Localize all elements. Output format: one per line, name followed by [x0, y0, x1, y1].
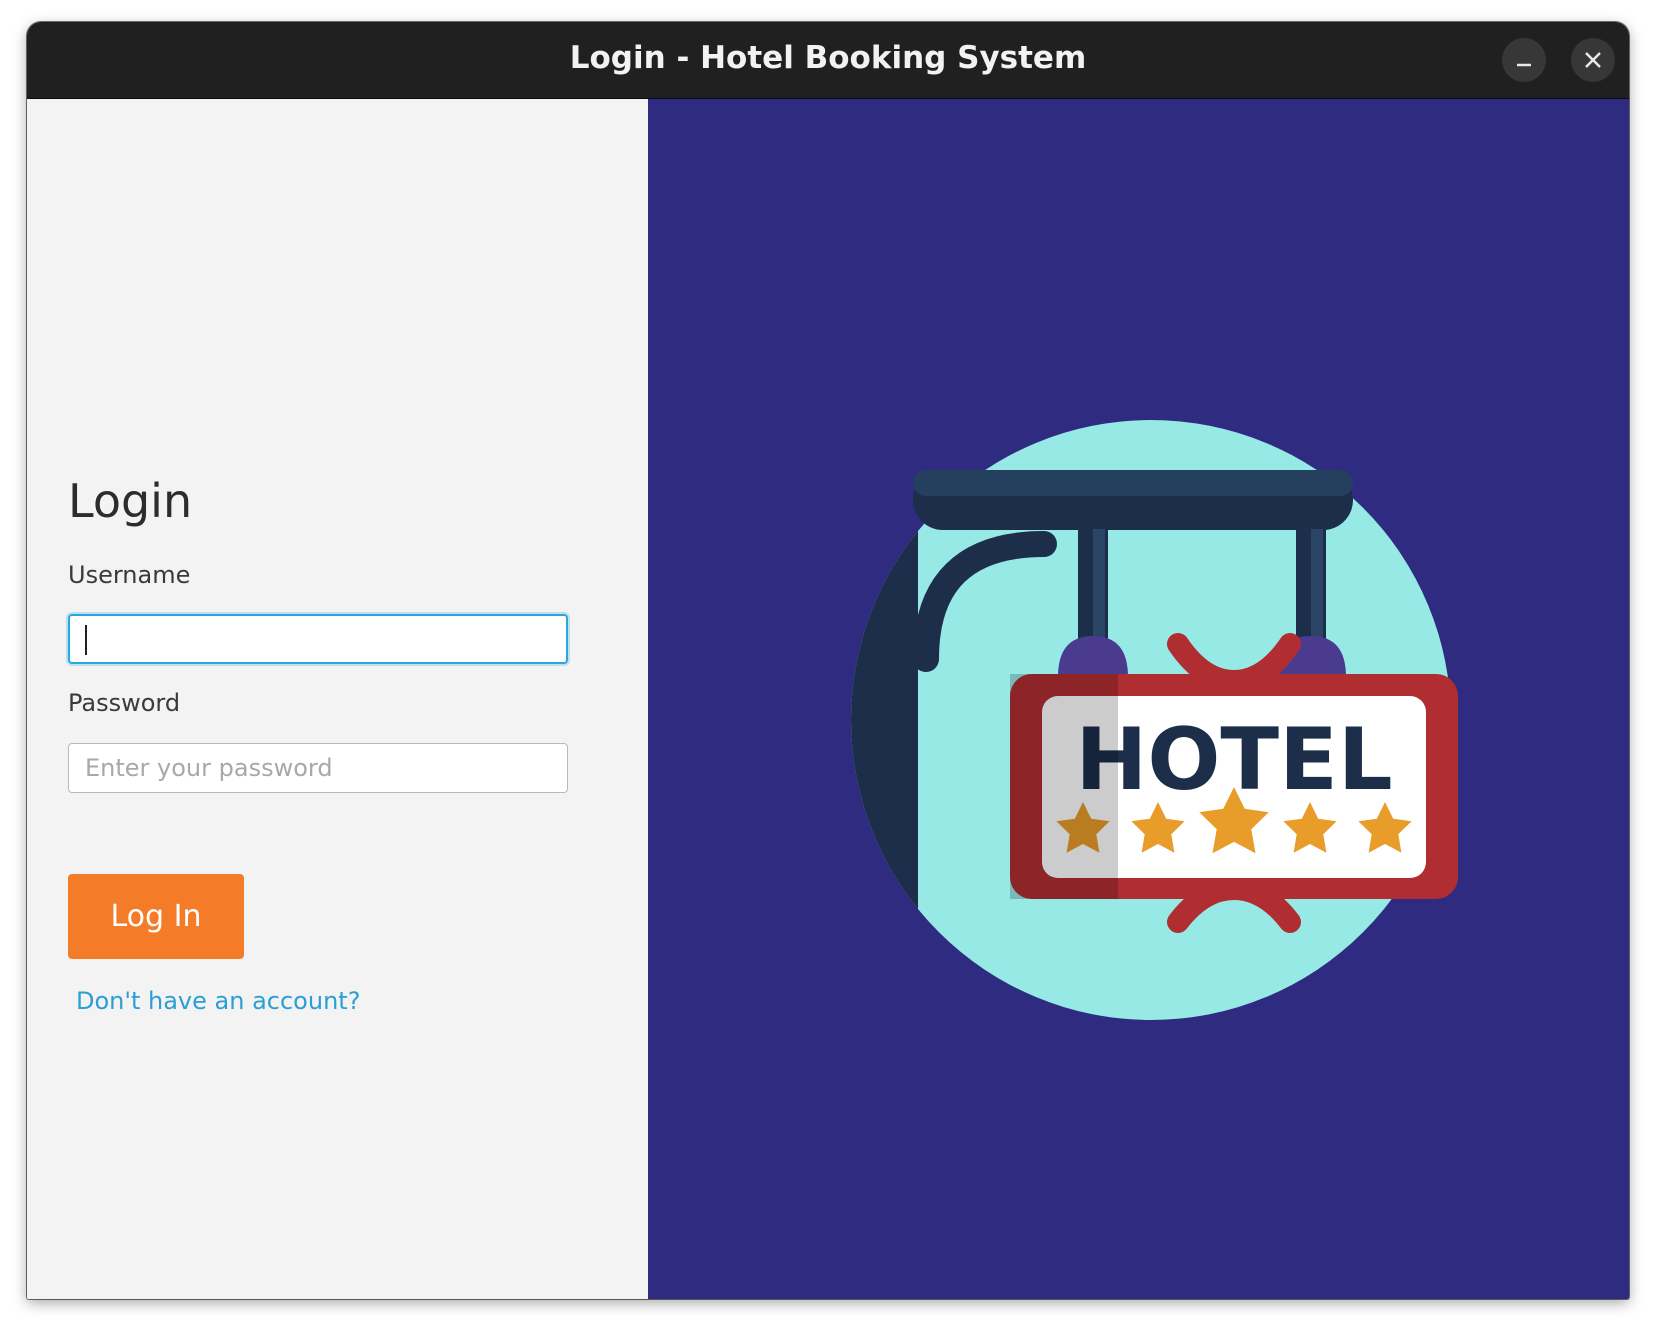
- username-input[interactable]: [68, 614, 568, 664]
- login-heading: Login: [68, 474, 193, 528]
- password-input[interactable]: [68, 743, 568, 793]
- login-button[interactable]: Log In: [68, 874, 244, 959]
- window-title: Login - Hotel Booking System: [569, 40, 1087, 76]
- minimize-icon: [1517, 63, 1531, 67]
- signup-link[interactable]: Don't have an account?: [76, 987, 360, 1015]
- title-bar[interactable]: Login - Hotel Booking System: [27, 22, 1629, 99]
- close-icon: [1585, 52, 1601, 68]
- username-label: Username: [68, 561, 191, 589]
- text-caret: [85, 625, 87, 655]
- app-window: Login - Hotel Booking System Login Usern…: [27, 22, 1629, 1299]
- sign-shadow: [1010, 674, 1118, 899]
- sign-post: [851, 499, 918, 1020]
- illustration-panel: HOTEL: [648, 99, 1629, 1299]
- minimize-button[interactable]: [1502, 38, 1546, 82]
- password-label: Password: [68, 689, 181, 717]
- hotel-sign-illustration: HOTEL: [851, 420, 1458, 1020]
- close-button[interactable]: [1571, 38, 1615, 82]
- login-form-panel: Login Username Password Log In Don't hav…: [27, 99, 648, 1299]
